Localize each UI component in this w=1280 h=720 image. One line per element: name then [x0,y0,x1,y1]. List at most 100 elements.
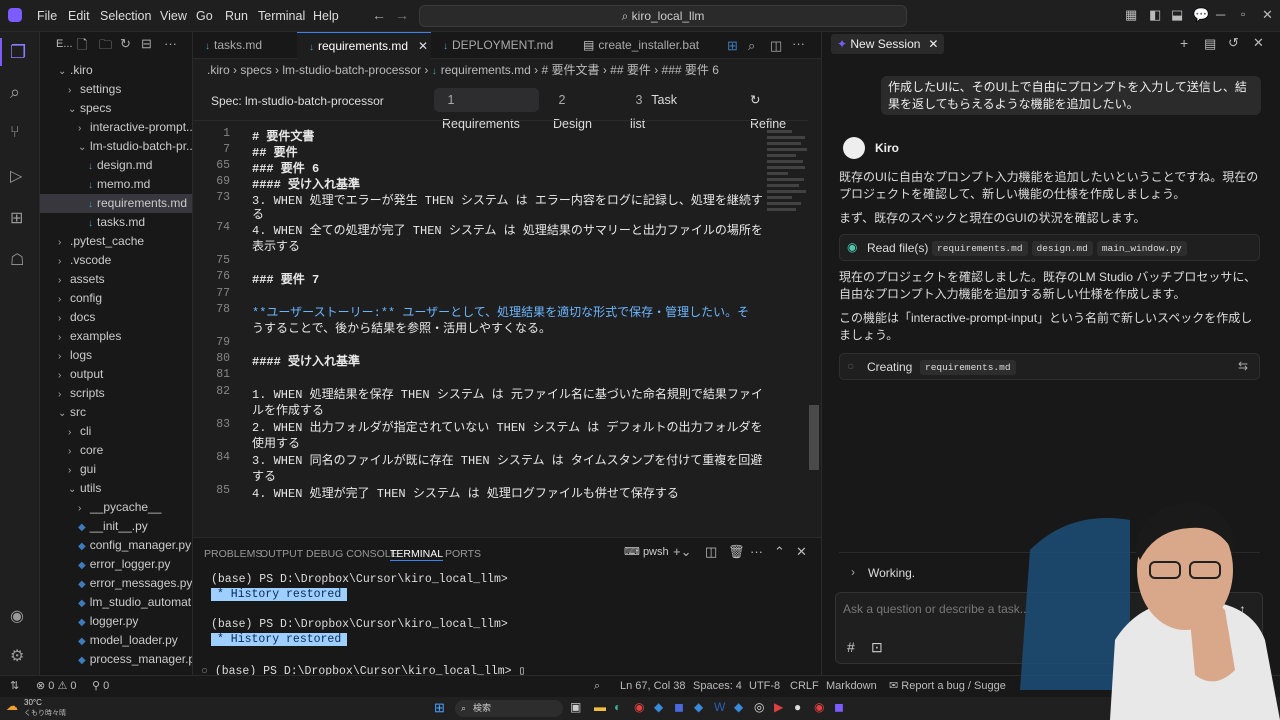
command-search-box[interactable]: ⌕ kiro_local_llm [419,5,907,27]
code-line[interactable]: 3. WHEN 同名のファイルが既に存在 THEN システム は タイムスタンプ… [252,451,762,468]
menu-run[interactable]: Run [225,0,248,32]
tree-item[interactable]: ⌄ .kiro [40,61,93,80]
tree-item[interactable]: ⌄ utils [40,479,101,498]
heading-line[interactable]: #### 受け入れ基準 [252,175,361,192]
forward-arrow-icon[interactable]: → [395,7,409,23]
session-tab[interactable]: ✦ New Session ✕ [831,34,945,54]
explorer-icon[interactable]: ❐ [10,42,30,62]
tree-item[interactable]: › .vscode [40,251,111,270]
tab-deployment[interactable]: ↓ DEPLOYMENT.md [431,32,571,59]
code-line[interactable]: する [252,467,276,484]
taskbar-search[interactable]: ⌕ 検索 [455,700,563,717]
heading-line[interactable]: ### 要件 6 [252,159,320,176]
heading-line[interactable]: ## 要件 [252,143,298,160]
settings-gear-icon[interactable]: ⚙ [10,646,30,666]
minimap[interactable] [767,127,809,247]
window-close-icon[interactable]: ✕ [1262,7,1273,23]
more-actions-icon[interactable]: ··· [164,36,177,51]
weather-temp[interactable]: 30°C [24,698,42,707]
tree-item[interactable]: ⌄ specs [40,99,111,118]
code-line[interactable]: 使用する [252,434,300,451]
panel-tab-ports[interactable]: PORTS [445,547,481,561]
tree-item[interactable]: › scripts [40,384,105,403]
new-session-icon[interactable]: + [1180,35,1188,51]
toggle-panel-icon[interactable]: ⬓ [1171,7,1183,23]
tree-item[interactable]: › cli [40,422,91,441]
tree-item[interactable]: › __pycache__ [40,498,161,517]
remote-icon[interactable]: ⇅ [10,675,19,697]
crumb-file[interactable]: requirements.md [441,63,531,77]
trash-icon[interactable]: 🗑 [728,544,745,560]
code-line[interactable]: うすることで、後から結果を参照・活用しやすくなる。 [252,319,551,336]
crumb-kiro[interactable]: .kiro [207,63,230,77]
read-files-card[interactable]: ◉ Read file(s) requirements.md design.md m… [839,234,1260,261]
app-icon[interactable]: ● [794,700,801,714]
report-bug[interactable]: ✉ Report a bug / Sugge [889,675,1006,697]
close-tab-icon[interactable]: ✕ [418,39,428,53]
code-line[interactable]: 4. WHEN 処理が完了 THEN システム は 処理ログファイルも併せて保存… [252,484,679,501]
new-file-icon[interactable]: 🗋 [77,36,87,58]
menu-edit[interactable]: Edit [68,0,90,32]
crumb-h1[interactable]: # 要件文書 [541,63,599,77]
tree-item[interactable]: › examples [40,327,121,346]
editor-scrollbar[interactable] [809,405,819,470]
menu-selection[interactable]: Selection [100,0,151,32]
app-icon[interactable]: ◉ [814,700,824,714]
source-control-icon[interactable]: ⑂ [10,124,30,144]
collapse-all-icon[interactable]: ⊟ [141,36,152,52]
app-icon[interactable]: ◆ [734,700,743,714]
crumb-specs[interactable]: specs [240,63,271,77]
file-chip[interactable]: requirements.md [920,360,1016,375]
close-panel-icon[interactable]: ✕ [796,544,807,560]
toggle-sidebar-icon[interactable]: ◧ [1149,7,1161,23]
app-icon[interactable]: ▶ [774,700,783,714]
panel-tab-problems[interactable]: PROBLEMS [204,547,262,561]
tree-item[interactable]: ◆ config_manager.py [40,536,191,555]
tree-item[interactable]: › .pytest_cache [40,232,144,251]
tab-tasks[interactable]: ↓ tasks.md [193,32,297,59]
tree-item[interactable]: ◆ logger.py [40,612,138,631]
tree-item[interactable]: › settings [40,80,121,99]
image-attach-icon[interactable]: ⊡ [871,639,883,656]
sessions-list-icon[interactable]: ▤ [1204,36,1216,52]
indentation[interactable]: Spaces: 4 [693,675,742,697]
tree-item[interactable]: › core [40,441,103,460]
heading-line[interactable]: # 要件文書 [252,127,315,144]
extensions-icon[interactable]: ⊞ [10,208,30,228]
code-line[interactable]: 3. WHEN 処理でエラーが発生 THEN システム は エラー内容をログに記… [252,191,763,208]
run-debug-icon[interactable]: ▷ [10,166,30,186]
code-line[interactable]: る [252,205,264,222]
tree-item[interactable]: › config [40,289,102,308]
tab-requirements[interactable]: ↓ requirements.md ✕ [297,32,431,59]
windows-icon[interactable]: ⊞ [727,38,738,54]
crumb-h2[interactable]: ## 要件 [610,63,651,77]
code-line[interactable]: ルを作成する [252,401,324,418]
vscode-icon[interactable]: ◆ [654,700,663,714]
tree-item[interactable]: ↓ tasks.md [40,213,145,232]
kiro-taskbar-icon[interactable]: ◼ [834,700,844,714]
new-folder-icon[interactable]: 🗀 [99,36,112,58]
tree-item[interactable]: › interactive-prompt... [40,118,192,137]
file-explorer-icon[interactable]: ▬ [594,700,606,714]
encoding[interactable]: UTF-8 [749,675,780,697]
file-chip[interactable]: design.md [1031,241,1093,256]
refresh-icon[interactable]: ↻ [120,36,131,52]
ports-indicator[interactable]: ⚲ 0 [92,675,109,697]
crumb-folder[interactable]: lm-studio-batch-processor [282,63,421,77]
spec-tab-requirements[interactable]: 1 Requirements [434,88,539,131]
file-chip[interactable]: requirements.md [932,241,1028,256]
refine-button[interactable]: ↻ Refine [742,88,808,131]
window-restore-icon[interactable]: ▫ [1241,7,1245,21]
code-line[interactable]: 1. WHEN 処理結果を保存 THEN システム は 元ファイル名に基づいた命… [252,385,763,402]
panel-more-icon[interactable]: ··· [750,544,763,559]
panel-tab-debug-console[interactable]: DEBUG CONSOLE [306,547,398,561]
tree-item[interactable]: › gui [40,460,96,479]
tree-item[interactable]: › docs [40,308,95,327]
split-editor-icon[interactable]: ◫ [770,38,782,54]
tree-item[interactable]: ◆ __init__.py [40,517,148,536]
tree-item[interactable]: › logs [40,346,92,365]
tree-item[interactable]: ↓ memo.md [40,175,150,194]
task-view-icon[interactable]: ▣ [570,700,581,714]
app-icon[interactable]: ◼ [674,700,684,714]
app-icon[interactable]: ◆ [694,700,703,714]
